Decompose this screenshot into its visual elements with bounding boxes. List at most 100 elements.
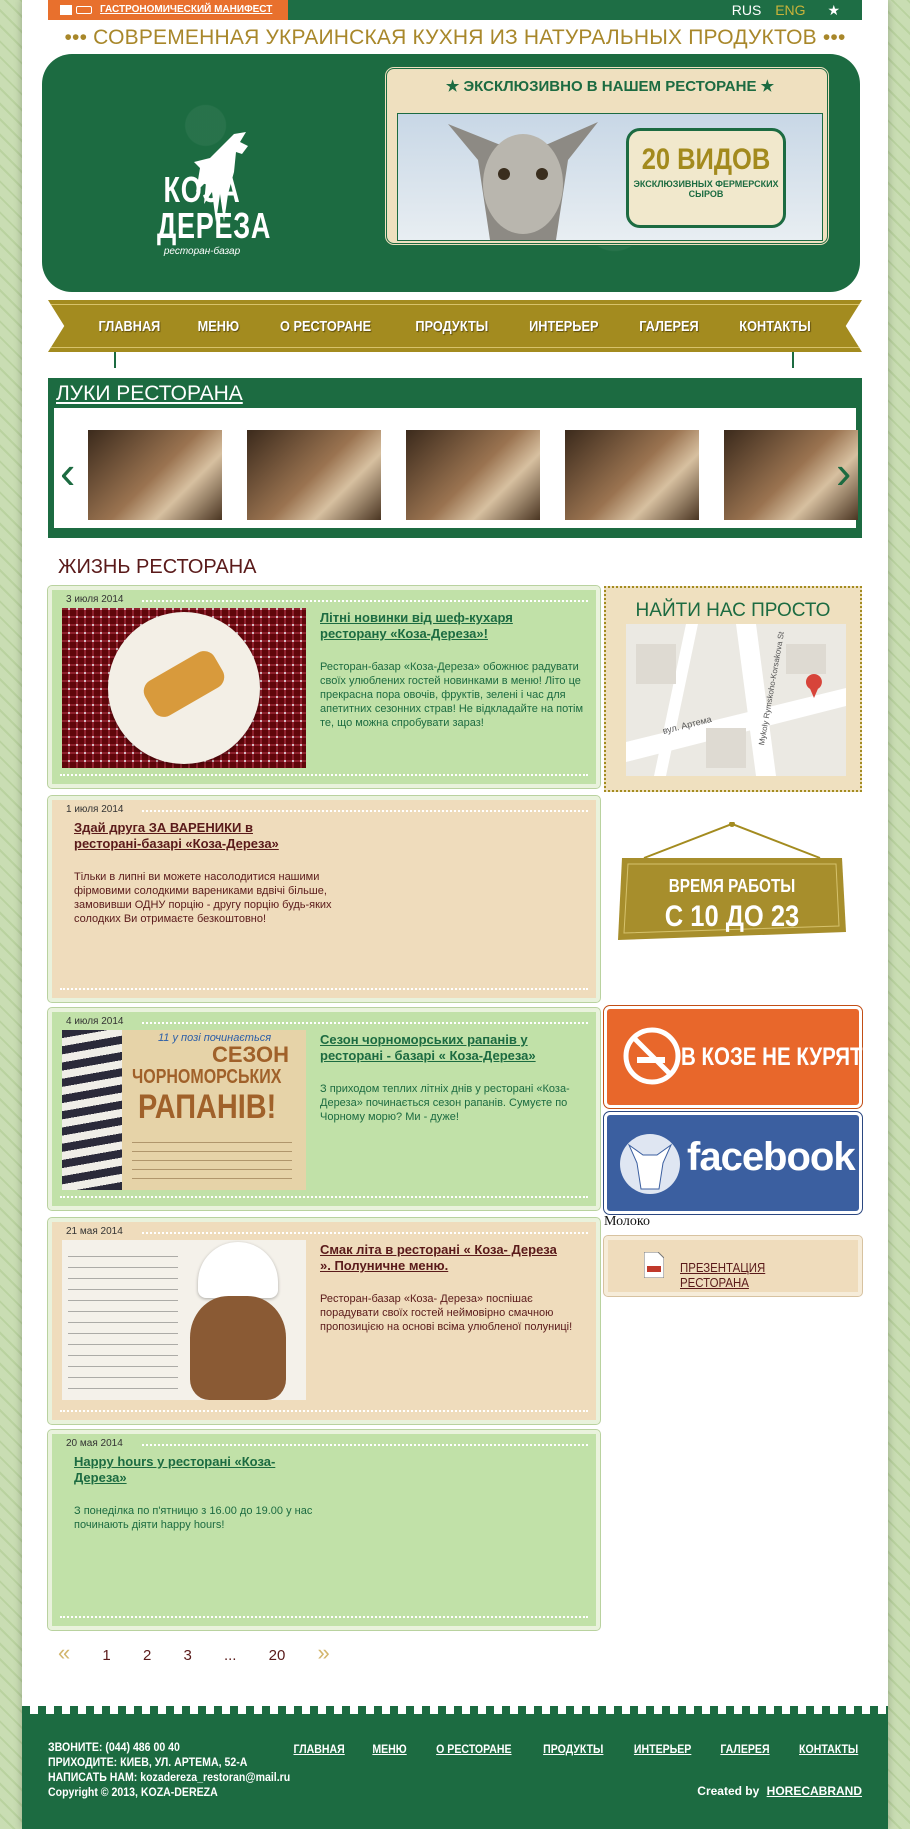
pager-ellipsis: ... — [223, 1647, 237, 1664]
badge-text: ЭКСКЛЮЗИВНЫХ ФЕРМЕРСКИХ СЫРОВ — [633, 179, 779, 199]
footer-nav-contacts[interactable]: КОНТАКТЫ — [799, 1742, 858, 1756]
news-post: 3 июля 2014 Літні новинки від шеф-кухаря… — [47, 585, 601, 789]
pager-page[interactable]: 1 — [102, 1647, 110, 1664]
hours-line-1: ВРЕМЯ РАБОТЫ — [668, 876, 796, 896]
look-thumbnail[interactable] — [406, 430, 540, 520]
poster-menu-lines — [132, 1134, 292, 1184]
pen-icon — [76, 6, 92, 14]
footer-nav-menu[interactable]: МЕНЮ — [373, 1742, 407, 1756]
post-title-link[interactable]: Happy hours у ресторані «Коза-Дереза» — [74, 1454, 314, 1486]
footer-nav-gallery[interactable]: ГАЛЕРЕЯ — [720, 1742, 769, 1756]
footer-email[interactable]: НАПИСАТЬ НАМ: kozadereza_restoran@mail.r… — [48, 1770, 290, 1785]
location-map[interactable]: вул. Артема Mykoly Rymskoho-Korsakova St — [626, 624, 846, 776]
facebook-banner[interactable]: facebook — [603, 1111, 863, 1215]
post-date: 4 июля 2014 — [66, 1016, 124, 1027]
goat-chef-image — [190, 1296, 286, 1400]
post-title-link[interactable]: Сезон чорноморських рапанів у ресторані … — [320, 1032, 560, 1064]
manifest-link[interactable]: ГАСТРОНОМИЧЕСКИЙ МАНИФЕСТ КОЗЫ — [48, 0, 288, 35]
post-image[interactable] — [62, 1240, 306, 1400]
look-thumbnail[interactable] — [88, 430, 222, 520]
logo-line-1: КОЗА — [163, 169, 241, 210]
credit-prefix: Created by — [697, 1784, 760, 1798]
post-image[interactable] — [62, 608, 306, 768]
poster-season: СЕЗОН — [212, 1042, 290, 1067]
nav-home[interactable]: ГЛАВНАЯ — [98, 318, 160, 335]
credit-link[interactable]: HORECABRAND — [767, 1784, 862, 1798]
pager-next[interactable]: » — [318, 1640, 330, 1666]
looks-carousel: ЛУКИ РЕСТОРАНА ‹ › — [48, 378, 862, 538]
main-nav: ГЛАВНАЯ МЕНЮ О РЕСТОРАНЕ ПРОДУКТЫ ИНТЕРЬ… — [48, 300, 862, 352]
presentation-link[interactable]: ПРЕЗЕНТАЦИЯ РЕСТОРАНА — [603, 1235, 863, 1297]
post-title-link[interactable]: Здай друга ЗА ВАРЕНИКИ в ресторані-базар… — [74, 820, 314, 852]
pager-page[interactable]: 20 — [269, 1647, 286, 1664]
no-smoking-text: В КОЗЕ НЕ КУРЯТ! — [681, 1043, 870, 1071]
find-us-panel: НАЙТИ НАС ПРОСТО вул. Артема Mykoly Ryms… — [604, 586, 862, 792]
logo[interactable]: КОЗА ДЕРЕЗА ресторан-базар — [142, 169, 270, 258]
language-switch: RUS ENG ★ — [722, 2, 840, 19]
presentation-label: ПРЕЗЕНТАЦИЯ РЕСТОРАНА — [680, 1260, 766, 1290]
footer-nav-home[interactable]: ГЛАВНАЯ — [294, 1742, 345, 1756]
footer-contacts: ЗВОНИТЕ: (044) 486 00 40 ПРИХОДИТЕ: КИЕВ… — [48, 1740, 290, 1800]
news-post: 1 июля 2014 Здай друга ЗА ВАРЕНИКИ в рес… — [47, 795, 601, 1003]
post-text: Тільки в липні ви можете насолодитися на… — [74, 871, 332, 925]
post-date: 1 июля 2014 — [66, 804, 124, 815]
map-image — [626, 624, 846, 776]
cheese-badge: 20 ВИДОВ ЭКСКЛЮЗИВНЫХ ФЕРМЕРСКИХ СЫРОВ — [626, 128, 786, 228]
nav-products[interactable]: ПРОДУКТЫ — [415, 318, 488, 335]
post-title-link[interactable]: Літні новинки від шеф-кухаря ресторану «… — [320, 610, 560, 642]
post-date: 20 мая 2014 — [66, 1438, 123, 1449]
news-post: 21 мая 2014 Смак літа в ресторані « Коза… — [47, 1217, 601, 1425]
pager-page[interactable]: 2 — [143, 1647, 151, 1664]
milk-label: Молоко — [604, 1214, 650, 1229]
post-image[interactable]: 11 у позі починається СЕЗОН ЧОРНОМОРСЬКИ… — [62, 1030, 306, 1190]
post-text: Ресторан-базар «Коза-Дереза» обожнює рад… — [320, 661, 584, 729]
exclusive-title: ★ ЭКСКЛЮЗИВНО В НАШЕМ РЕСТОРАНЕ ★ — [445, 78, 775, 95]
chef-hat — [198, 1242, 278, 1298]
footer-nav: ГЛАВНАЯ МЕНЮ О РЕСТОРАНЕ ПРОДУКТЫ ИНТЕРЬ… — [290, 1742, 862, 1756]
opening-hours-sign: ВРЕМЯ РАБОТЫ С 10 ДО 23 — [614, 821, 850, 952]
post-text: Ресторан-базар «Коза- Дереза» поспішає п… — [320, 1293, 573, 1333]
life-title: ЖИЗНЬ РЕСТОРАНА — [58, 556, 257, 578]
logo-line-3: ресторан-базар — [163, 246, 241, 257]
footer-nav-products[interactable]: ПРОДУКТЫ — [543, 1742, 603, 1756]
plate-image — [108, 612, 260, 764]
post-date: 3 июля 2014 — [66, 594, 124, 605]
lang-eng[interactable]: ENG — [775, 2, 805, 18]
hook-left — [114, 352, 116, 368]
news-post: 4 июля 2014 11 у позі починається СЕЗОН … — [47, 1007, 601, 1211]
nav-contacts[interactable]: КОНТАКТЫ — [740, 318, 811, 335]
pager-page[interactable]: 3 — [183, 1647, 191, 1664]
nav-menu[interactable]: МЕНЮ — [198, 318, 239, 335]
look-thumbnail[interactable] — [247, 430, 381, 520]
goat-head-icon — [620, 1134, 680, 1194]
no-smoking-banner[interactable]: В КОЗЕ НЕ КУРЯТ! — [603, 1005, 869, 1109]
nav-about[interactable]: О РЕСТОРАНЕ — [280, 318, 371, 335]
carousel-next-button[interactable]: › — [836, 449, 851, 495]
star-icon[interactable]: ★ — [827, 2, 840, 18]
menu-lines — [68, 1246, 178, 1396]
footer-nav-interior[interactable]: ИНТЕРЬЕР — [633, 1742, 690, 1756]
hours-line-2: С 10 ДО 23 — [664, 900, 800, 933]
nav-gallery[interactable]: ГАЛЕРЕЯ — [639, 318, 698, 335]
post-date: 21 мая 2014 — [66, 1226, 123, 1237]
lang-rus[interactable]: RUS — [732, 2, 762, 18]
pager-prev[interactable]: « — [58, 1640, 70, 1666]
footer-nav-about[interactable]: О РЕСТОРАНЕ — [436, 1742, 511, 1756]
poster-black-sea: ЧОРНОМОРСЬКИХ — [132, 1066, 282, 1088]
exclusive-panel: ★ ЭКСКЛЮЗИВНО В НАШЕМ РЕСТОРАНЕ ★ 20 ВИД… — [384, 66, 830, 246]
no-smoking-icon — [623, 1027, 681, 1085]
nav-interior[interactable]: ИНТЕРЬЕР — [530, 318, 599, 335]
find-us-title: НАЙТИ НАС ПРОСТО — [635, 600, 831, 621]
post-title-link[interactable]: Смак літа в ресторані « Коза- Дереза ». … — [320, 1242, 560, 1274]
tagline: ••• СОВРЕМЕННАЯ УКРАИНСКАЯ КУХНЯ ИЗ НАТУ… — [64, 26, 846, 49]
badge-count: 20 ВИДОВ — [641, 143, 771, 176]
carousel-prev-button[interactable]: ‹ — [60, 449, 75, 495]
facebook-text: facebook — [687, 1135, 856, 1179]
looks-title[interactable]: ЛУКИ РЕСТОРАНА — [56, 382, 243, 406]
hook-right — [792, 352, 794, 368]
look-thumbnail[interactable] — [565, 430, 699, 520]
footer-credit: Created by HORECABRAND — [697, 1784, 862, 1798]
header-banner: КОЗА ДЕРЕЗА ресторан-базар ★ ЭКСКЛЮЗИВНО… — [42, 54, 860, 292]
footer-address: ПРИХОДИТЕ: КИЕВ, УЛ. АРТЕМА, 52-А — [48, 1755, 248, 1769]
goat-photo[interactable]: 20 ВИДОВ ЭКСКЛЮЗИВНЫХ ФЕРМЕРСКИХ СЫРОВ — [397, 113, 823, 241]
